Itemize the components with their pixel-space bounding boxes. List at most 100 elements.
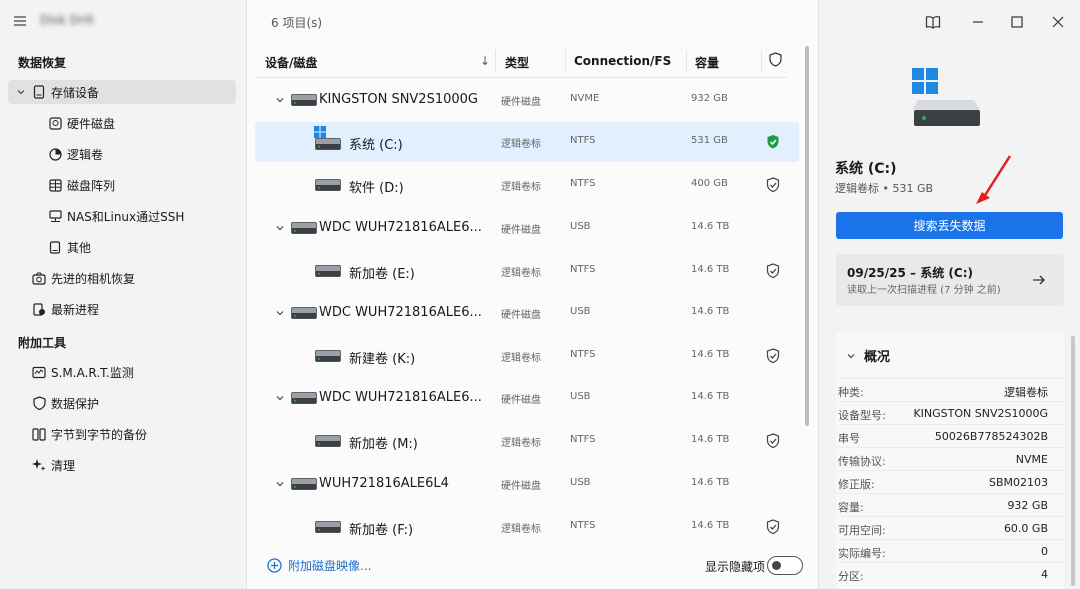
close-icon[interactable] [1050,14,1066,30]
raid-icon [48,178,62,192]
table-row-disk[interactable]: KINGSTON SNV2S1000G 硬件磁盘 NVME 932 GB [255,80,799,120]
sort-descending-icon[interactable]: ↓ [480,54,490,68]
row-connection: USB [570,477,591,488]
column-separator [495,50,496,72]
sidebar-item-cleanup[interactable]: 清理 [32,453,75,477]
table-header: 设备/磁盘 ↓ 类型 Connection/FS 容量 [255,44,787,78]
sidebar-item-smart[interactable]: S.M.A.R.T.监测 [32,360,134,384]
chevron-down-icon[interactable] [275,223,285,233]
list-scrollbar[interactable] [805,46,809,426]
row-capacity: 14.6 TB [691,520,730,531]
table-row-volume-selected[interactable]: 系统 (C:) 逻辑卷标 NTFS 531 GB [255,122,799,162]
row-name: 新建卷 (K:) [349,352,416,367]
minimize-icon[interactable] [970,14,986,30]
details-scrollbar[interactable] [1071,336,1075,586]
selected-volume-large-icon [910,66,982,128]
search-lost-data-button[interactable]: 搜索丢失数据 [836,212,1063,239]
table-row-volume[interactable]: 新加卷 (M:) 逻辑卷标 NTFS 14.6 TB [255,421,799,461]
protected-shield-icon[interactable] [766,134,780,150]
overview-key: 可用空间: [838,524,886,537]
chevron-down-icon[interactable] [275,479,285,489]
column-header-type[interactable]: 类型 [505,54,529,71]
overview-value: 50026B778524302B [934,430,1048,443]
overview-value: 60.0 GB [1003,522,1048,535]
attach-disk-image-link[interactable]: 附加磁盘映像... [267,557,371,574]
sidebar-item-byte-backup[interactable]: 字节到字节的备份 [32,422,147,446]
sidebar-item-raid[interactable]: 磁盘阵列 [48,173,115,197]
column-separator [761,50,762,72]
row-type: 硬件磁盘 [501,225,541,236]
drive-icon [32,85,46,99]
row-type: 逻辑卷标 [501,268,541,279]
overview-key: 串号 [838,432,860,445]
table-row-volume[interactable]: 新加卷 (F:) 逻辑卷标 NTFS 14.6 TB [255,507,799,547]
sidebar-item-storage[interactable]: 存储设备 [8,80,236,104]
attach-disk-image-label: 附加磁盘映像... [288,559,372,573]
overview-row: 修正版: SBM02103 [838,470,1064,492]
device-icon [48,240,62,254]
toggle-knob [772,561,781,570]
column-header-capacity[interactable]: 容量 [695,54,719,71]
sparkle-icon [32,458,46,472]
overview-value: SBM02103 [988,476,1048,489]
chevron-down-icon[interactable] [275,95,285,105]
arrow-right-icon [1033,275,1045,285]
sidebar-item-label: 先进的相机恢复 [51,271,136,286]
hamburger-menu-icon[interactable] [12,13,28,29]
chevron-down-icon[interactable] [275,393,285,403]
column-header-connection[interactable]: Connection/FS [574,54,671,68]
annotation-arrow-icon [976,155,1012,204]
overview-row: 设备型号: KINGSTON SNV2S1000G [838,401,1064,423]
overview-row: 容量: 932 GB [838,493,1064,515]
row-connection: USB [570,306,591,317]
shield-check-icon[interactable] [766,348,780,364]
sidebar-item-camera-recovery[interactable]: 先进的相机恢复 [32,266,135,290]
overview-row: 实际编号: 0 [838,539,1064,561]
table-row-volume[interactable]: 软件 (D:) 逻辑卷标 NTFS 400 GB [255,165,799,205]
shield-check-icon[interactable] [766,263,780,279]
row-capacity: 14.6 TB [691,477,730,488]
show-hidden-toggle[interactable] [767,556,803,575]
table-row-disk[interactable]: WDC WUH721816ALE6... 硬件磁盘 USB 14.6 TB [255,293,799,333]
selected-volume-subtitle: 逻辑卷标 • 531 GB [835,182,934,195]
shield-check-icon[interactable] [766,433,780,449]
table-row-volume[interactable]: 新建卷 (K:) 逻辑卷标 NTFS 14.6 TB [255,336,799,376]
volume-drive-icon [315,179,341,191]
row-connection: NTFS [570,264,596,275]
sidebar-item-data-protection[interactable]: 数据保护 [32,391,99,415]
maximize-icon[interactable] [1009,14,1025,30]
column-header-protection-icon[interactable] [769,52,782,67]
volume-drive-icon [315,521,341,533]
sidebar-item-other[interactable]: 其他 [48,235,91,259]
row-name: WDC WUH721816ALE6... [319,305,482,320]
sidebar-item-logical-volume[interactable]: 逻辑卷 [48,142,103,166]
sidebar-item-hard-disk[interactable]: 硬件磁盘 [48,111,115,135]
sidebar-item-label: 其他 [67,240,92,255]
column-header-device[interactable]: 设备/磁盘 [265,54,317,71]
last-scan-session[interactable]: 09/25/25 – 系统 (C:) 读取上一次扫描进程 (7 分钟 之前) [836,254,1064,306]
row-capacity: 14.6 TB [691,306,730,317]
table-row-disk[interactable]: WUH721816ALE6L4 硬件磁盘 USB 14.6 TB [255,464,799,504]
overview-row: 串号 50026B778524302B [838,424,1064,446]
sidebar-item-nas-ssh[interactable]: NAS和Linux通过SSH [48,204,184,228]
recent-sessions-icon [32,302,46,316]
sidebar-item-label: 最新进程 [51,302,100,317]
sidebar-item-recent-sessions[interactable]: 最新进程 [32,297,99,321]
table-row-disk[interactable]: WDC WUH721816ALE6... 硬件磁盘 USB 14.6 TB [255,208,799,248]
overview-header[interactable]: 概况 [846,346,890,365]
hard-drive-icon [291,478,317,490]
hard-drive-icon [291,307,317,319]
overview-title: 概况 [864,350,891,365]
table-row-disk[interactable]: WDC WUH721816ALE6... 硬件磁盘 USB 14.6 TB [255,378,799,418]
book-help-icon[interactable] [925,14,941,30]
row-connection: NTFS [570,135,596,146]
row-name: WDC WUH721816ALE6... [319,220,482,235]
row-type: 逻辑卷标 [501,353,541,364]
chevron-down-icon[interactable] [275,308,285,318]
row-capacity: 14.6 TB [691,221,730,232]
shield-check-icon[interactable] [766,177,780,193]
overview-row: 分区: 4 [838,562,1064,584]
overview-value: 逻辑卷标 [1004,386,1048,399]
table-row-volume[interactable]: 新加卷 (E:) 逻辑卷标 NTFS 14.6 TB [255,251,799,291]
shield-check-icon[interactable] [766,519,780,535]
